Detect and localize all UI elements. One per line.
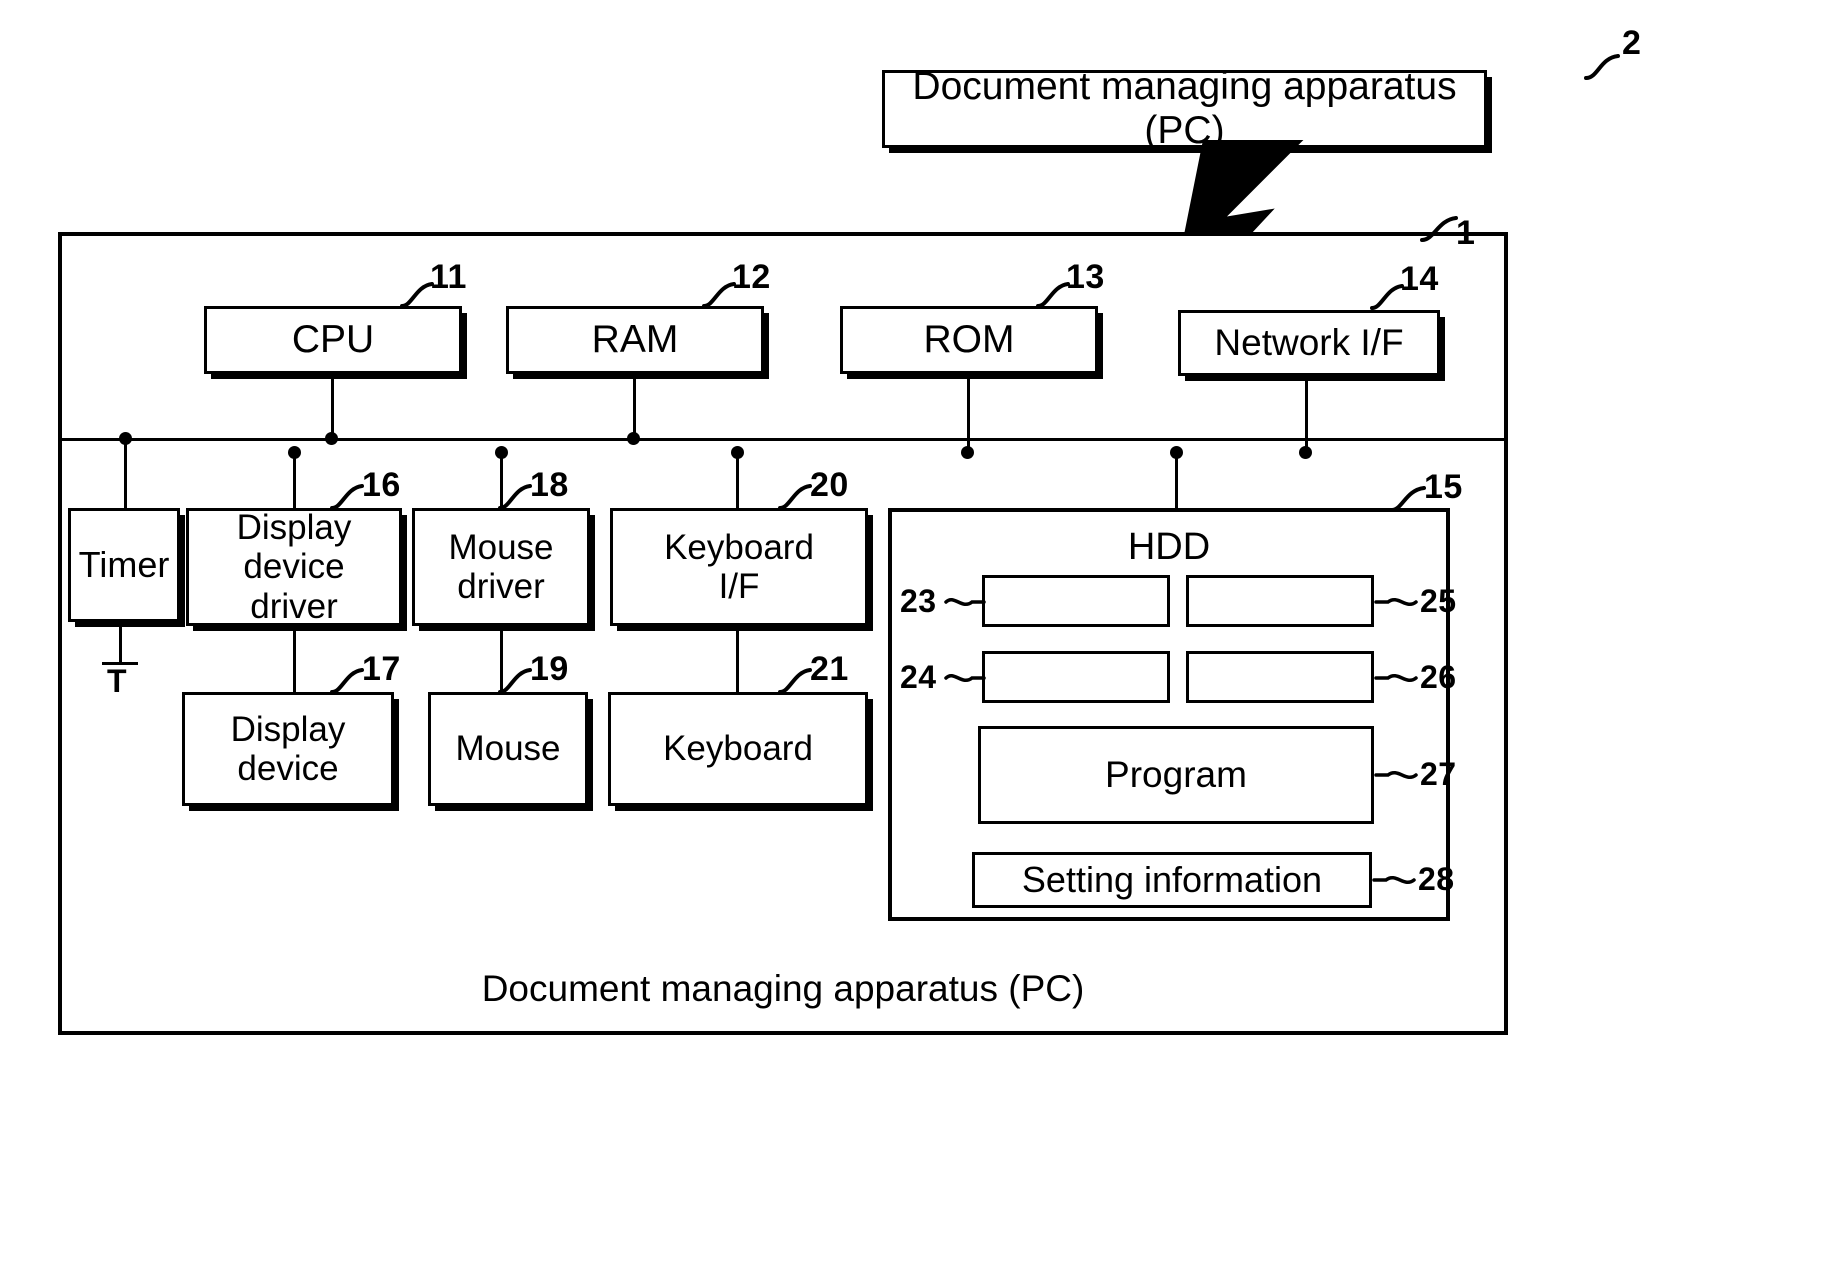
component-box-keyboard: Keyboard (608, 692, 868, 806)
component-box-cpu: CPU (204, 306, 462, 374)
component-label-keyboard: Keyboard (663, 729, 813, 769)
system-bus (62, 438, 1504, 441)
drop-keyboard-if (736, 452, 739, 508)
component-label-network-if: Network I/F (1214, 322, 1404, 364)
leader-line-28 (1372, 876, 1416, 884)
leader-line-27 (1374, 771, 1418, 779)
component-box-keyboard-if: Keyboard I/F (610, 508, 868, 626)
component-label-mouse: Mouse (455, 729, 561, 769)
reference-numeral-12: 12 (732, 258, 771, 296)
component-label-display-device-driver: Display device driver (236, 508, 352, 626)
component-box-timer: Timer (68, 508, 180, 622)
hdd-box-setting-information: Setting information (972, 852, 1372, 908)
reference-numeral-25: 25 (1420, 583, 1457, 619)
patent-figure: Document managing apparatus (PC) 2 1 CPU… (0, 0, 1830, 1264)
component-label-cpu: CPU (291, 318, 375, 362)
hdd-title: HDD (1127, 526, 1211, 568)
component-label-mouse-driver: Mouse driver (448, 527, 554, 606)
bus-drop-cpu (331, 374, 334, 438)
reference-numeral-21: 21 (810, 650, 849, 688)
leader-line-1 (1420, 216, 1458, 242)
component-label-rom: ROM (923, 318, 1015, 362)
component-label-keyboard-if: Keyboard I/F (664, 527, 814, 606)
component-box-ram: RAM (506, 306, 764, 374)
bus-drop-rom (967, 374, 970, 454)
reference-numeral-15: 15 (1424, 468, 1463, 506)
component-box-mouse-driver: Mouse driver (412, 508, 590, 626)
drop-hdd (1175, 452, 1178, 508)
component-label-ram: RAM (591, 318, 679, 362)
link-keyboard-if-keyboard (736, 626, 739, 692)
reference-numeral-11: 11 (430, 258, 467, 296)
drop-timer (124, 438, 127, 508)
reference-numeral-19: 19 (530, 650, 569, 688)
hdd-label-program: Program (1105, 754, 1247, 796)
leader-line-2 (1584, 54, 1620, 80)
reference-numeral-14: 14 (1400, 260, 1439, 298)
bus-node-rom (961, 446, 974, 459)
reference-numeral-17: 17 (362, 650, 401, 688)
hdd-slot-box-24 (982, 651, 1170, 703)
bus-node-cpu (325, 432, 338, 445)
signal-label-t: T (107, 663, 128, 699)
reference-numeral-27: 27 (1420, 756, 1457, 792)
bus-node-network-if (1299, 446, 1312, 459)
component-box-display-device: Display device (182, 692, 394, 806)
component-box-rom: ROM (840, 306, 1098, 374)
reference-numeral-16: 16 (362, 466, 401, 504)
component-box-display-device-driver: Display device driver (186, 508, 402, 626)
bus-drop-ram (633, 374, 636, 438)
bus-node-ram (627, 432, 640, 445)
system-caption: Document managing apparatus (PC) (481, 968, 1085, 1009)
reference-numeral-26: 26 (1420, 659, 1457, 695)
component-box-mouse: Mouse (428, 692, 588, 806)
reference-numeral-13: 13 (1066, 258, 1105, 296)
hdd-label-setting-information: Setting information (1021, 858, 1323, 900)
reference-numeral-23: 23 (900, 583, 937, 619)
leader-line-25 (1374, 598, 1418, 606)
reference-numeral-2: 2 (1622, 24, 1642, 62)
hdd-box-program: Program (978, 726, 1374, 824)
leader-line-24 (944, 674, 986, 682)
hdd-slot-box-25 (1186, 575, 1374, 627)
reference-numeral-28: 28 (1418, 861, 1455, 897)
link-display-driver-device (293, 626, 296, 692)
hdd-slot-box-23 (982, 575, 1170, 627)
reference-numeral-24: 24 (900, 659, 937, 695)
reference-numeral-1: 1 (1456, 214, 1476, 252)
timer-signal-line (119, 622, 122, 662)
leader-line-26 (1374, 674, 1418, 682)
component-label-timer: Timer (78, 543, 170, 585)
drop-display-drv (293, 452, 296, 508)
leader-line-23 (944, 598, 986, 606)
hdd-slot-box-26 (1186, 651, 1374, 703)
callout-box-document-managing-apparatus: Document managing apparatus (PC) (882, 65, 1487, 152)
reference-numeral-20: 20 (810, 466, 849, 504)
reference-numeral-18: 18 (530, 466, 569, 504)
component-label-display-device: Display device (230, 709, 346, 788)
component-box-network-if: Network I/F (1178, 310, 1440, 376)
